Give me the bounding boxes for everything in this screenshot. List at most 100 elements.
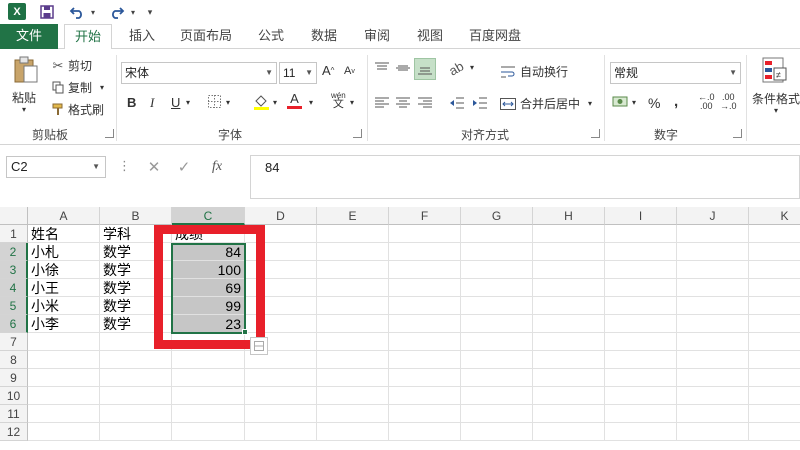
undo-icon[interactable] (66, 2, 88, 22)
column-header-c[interactable]: C (172, 207, 245, 225)
cell-j9[interactable] (677, 369, 749, 387)
column-header-d[interactable]: D (245, 207, 317, 225)
column-header-i[interactable]: I (605, 207, 677, 225)
format-painter-button[interactable]: 格式刷 (50, 101, 104, 118)
orientation-icon[interactable]: ab (446, 58, 466, 78)
cell-e3[interactable] (317, 261, 389, 279)
cell-h7[interactable] (533, 333, 605, 351)
cell-f10[interactable] (389, 387, 461, 405)
cell-j3[interactable] (677, 261, 749, 279)
tab-page-layout[interactable]: 页面布局 (175, 24, 237, 49)
cell-f12[interactable] (389, 423, 461, 441)
align-bottom-icon[interactable] (414, 58, 436, 80)
row-header-9[interactable]: 9 (0, 369, 28, 387)
cell-g1[interactable] (461, 225, 533, 243)
row-header-11[interactable]: 11 (0, 405, 28, 423)
cell-k9[interactable] (749, 369, 800, 387)
column-header-b[interactable]: B (100, 207, 172, 225)
column-header-f[interactable]: F (389, 207, 461, 225)
cell-h4[interactable] (533, 279, 605, 297)
cancel-icon[interactable]: ✕ (139, 158, 169, 176)
column-header-e[interactable]: E (317, 207, 389, 225)
tab-data[interactable]: 数据 (304, 24, 344, 49)
cell-g3[interactable] (461, 261, 533, 279)
underline-dropdown-icon[interactable]: ▾ (186, 98, 190, 107)
row-header-4[interactable]: 4 (0, 279, 28, 297)
column-header-k[interactable]: K (749, 207, 800, 225)
cell-f8[interactable] (389, 351, 461, 369)
tab-view[interactable]: 视图 (410, 24, 450, 49)
alignment-launcher-icon[interactable] (591, 129, 600, 138)
cell-h1[interactable] (533, 225, 605, 243)
cell-b10[interactable] (100, 387, 172, 405)
increase-font-icon[interactable]: A ^ (322, 63, 334, 78)
number-format-select[interactable]: 常规 ▼ (610, 62, 741, 84)
accounting-dropdown-icon[interactable]: ▾ (632, 98, 636, 107)
increase-indent-icon[interactable] (472, 96, 488, 110)
borders-icon[interactable] (208, 95, 221, 108)
row-header-10[interactable]: 10 (0, 387, 28, 405)
cell-j4[interactable] (677, 279, 749, 297)
cell-e1[interactable] (317, 225, 389, 243)
row-header-7[interactable]: 7 (0, 333, 28, 351)
tab-home[interactable]: 开始 (64, 24, 112, 50)
cell-h6[interactable] (533, 315, 605, 333)
cell-j2[interactable] (677, 243, 749, 261)
cell-a6[interactable]: 小李 (28, 315, 100, 333)
cell-i6[interactable] (605, 315, 677, 333)
increase-decimal-icon[interactable]: ←.0.00 (698, 93, 715, 111)
borders-dropdown-icon[interactable]: ▾ (226, 98, 230, 107)
cell-c10[interactable] (172, 387, 245, 405)
cell-g4[interactable] (461, 279, 533, 297)
cell-e2[interactable] (317, 243, 389, 261)
enter-icon[interactable]: ✓ (169, 158, 199, 176)
cell-a8[interactable] (28, 351, 100, 369)
cell-k4[interactable] (749, 279, 800, 297)
cell-k7[interactable] (749, 333, 800, 351)
cell-a5[interactable]: 小米 (28, 297, 100, 315)
cell-k3[interactable] (749, 261, 800, 279)
cell-j1[interactable] (677, 225, 749, 243)
cell-d11[interactable] (245, 405, 317, 423)
align-middle-icon[interactable] (395, 61, 411, 75)
conditional-format-dropdown-icon[interactable]: ▾ (774, 106, 778, 115)
comma-style-icon[interactable]: , (674, 93, 678, 110)
quick-analysis-icon[interactable] (250, 337, 268, 355)
underline-icon[interactable]: U (171, 95, 180, 110)
cell-h10[interactable] (533, 387, 605, 405)
font-color-dropdown-icon[interactable]: ▾ (309, 98, 313, 107)
cell-k6[interactable] (749, 315, 800, 333)
cell-g2[interactable] (461, 243, 533, 261)
fill-color-dropdown-icon[interactable]: ▾ (273, 98, 277, 107)
clipboard-launcher-icon[interactable] (105, 129, 114, 138)
row-header-3[interactable]: 3 (0, 261, 28, 279)
row-header-5[interactable]: 5 (0, 297, 28, 315)
cell-i4[interactable] (605, 279, 677, 297)
cell-j10[interactable] (677, 387, 749, 405)
cell-a10[interactable] (28, 387, 100, 405)
cell-h5[interactable] (533, 297, 605, 315)
cell-h2[interactable] (533, 243, 605, 261)
font-launcher-icon[interactable] (353, 129, 362, 138)
cell-b8[interactable] (100, 351, 172, 369)
decrease-font-icon[interactable]: Av (344, 65, 355, 77)
accounting-format-icon[interactable] (612, 95, 630, 109)
decrease-decimal-icon[interactable]: .00 →.0 (720, 93, 737, 111)
cell-h8[interactable] (533, 351, 605, 369)
conditional-format-button[interactable]: 条件格式 (752, 90, 800, 107)
cell-e10[interactable] (317, 387, 389, 405)
cell-j8[interactable] (677, 351, 749, 369)
cell-j6[interactable] (677, 315, 749, 333)
cell-f11[interactable] (389, 405, 461, 423)
cell-h3[interactable] (533, 261, 605, 279)
tab-file[interactable]: 文件 (0, 24, 58, 49)
tab-review[interactable]: 审阅 (357, 24, 397, 49)
cell-e5[interactable] (317, 297, 389, 315)
merge-dropdown-icon[interactable]: ▾ (588, 99, 592, 108)
font-name-select[interactable]: 宋体 ▼ (121, 62, 277, 84)
cell-e4[interactable] (317, 279, 389, 297)
cell-i10[interactable] (605, 387, 677, 405)
merge-center-button[interactable]: 合并后居中 ▾ (500, 95, 592, 112)
customize-toolbar-icon[interactable]: ▾ (144, 2, 156, 22)
cell-e9[interactable] (317, 369, 389, 387)
